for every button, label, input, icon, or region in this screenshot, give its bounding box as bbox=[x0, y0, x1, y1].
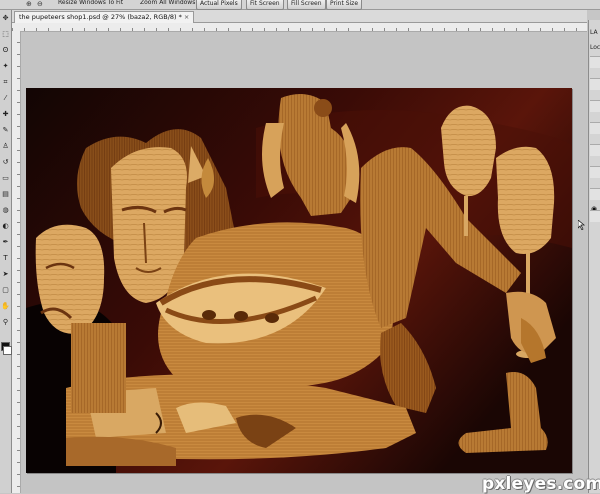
layer-row[interactable] bbox=[590, 166, 600, 178]
dodge-tool-icon[interactable]: ◐ bbox=[1, 222, 10, 231]
pen-tool-icon[interactable]: ✒ bbox=[1, 238, 10, 247]
zoom-tool-icon[interactable]: ⚲ bbox=[1, 318, 10, 327]
close-tab-icon[interactable]: × bbox=[184, 13, 189, 21]
healing-tool-icon[interactable]: ✚ bbox=[1, 110, 10, 119]
layer-row[interactable] bbox=[590, 100, 600, 112]
crop-tool-icon[interactable]: ⌗ bbox=[1, 78, 10, 87]
background-color-swatch[interactable] bbox=[3, 346, 12, 355]
gradient-tool-icon[interactable]: ▤ bbox=[1, 190, 10, 199]
path-selection-tool-icon[interactable]: ➤ bbox=[1, 270, 10, 279]
shape-tool-icon[interactable]: ▢ bbox=[1, 286, 10, 295]
document-tab[interactable]: the pupeteers shop1.psd @ 27% (baza2, RG… bbox=[14, 11, 195, 23]
layer-row[interactable] bbox=[590, 210, 600, 222]
resize-windows-checkbox-label[interactable]: Resize Windows To Fit bbox=[58, 0, 123, 8]
lasso-tool-icon[interactable]: ʘ bbox=[1, 46, 10, 55]
actual-pixels-button[interactable]: Actual Pixels bbox=[196, 0, 242, 10]
layer-row[interactable] bbox=[590, 144, 600, 156]
blur-tool-icon[interactable]: ◍ bbox=[1, 206, 10, 215]
brush-tool-icon[interactable]: ✎ bbox=[1, 126, 10, 135]
print-size-button[interactable]: Print Size bbox=[326, 0, 363, 10]
document-canvas[interactable] bbox=[26, 88, 572, 473]
hand-on-stand-right bbox=[496, 146, 555, 254]
vertical-ruler[interactable] bbox=[12, 31, 21, 493]
mouse-cursor-icon bbox=[578, 220, 586, 230]
zoom-in-icon[interactable]: ⊕ bbox=[26, 0, 35, 8]
wooden-post-shape bbox=[71, 323, 126, 413]
tools-panel: ✥ ⬚ ʘ ✦ ⌗ ⁄ ✚ ✎ ♙ ↺ ▭ ▤ ◍ ◐ ✒ T ➤ ▢ ✋ ⚲ bbox=[0, 10, 12, 493]
layers-lock-label: Loc bbox=[590, 44, 600, 51]
document-tab-bar: the pupeteers shop1.psd @ 27% (baza2, RG… bbox=[12, 10, 587, 23]
fit-screen-button[interactable]: Fit Screen bbox=[246, 0, 284, 10]
magic-wand-tool-icon[interactable]: ✦ bbox=[1, 62, 10, 71]
fill-screen-button[interactable]: Fill Screen bbox=[287, 0, 326, 10]
clone-stamp-tool-icon[interactable]: ♙ bbox=[1, 142, 10, 151]
document-tab-title: the pupeteers shop1.psd @ 27% (baza2, RG… bbox=[19, 13, 182, 21]
type-tool-icon[interactable]: T bbox=[1, 254, 10, 263]
layer-row[interactable] bbox=[590, 56, 600, 68]
layers-panel: LA Loc ◉ bbox=[588, 20, 600, 493]
horizontal-ruler[interactable] bbox=[12, 23, 587, 32]
layer-row[interactable] bbox=[590, 122, 600, 134]
history-brush-tool-icon[interactable]: ↺ bbox=[1, 158, 10, 167]
eyedropper-tool-icon[interactable]: ⁄ bbox=[1, 94, 10, 103]
zoom-out-icon[interactable]: ⊖ bbox=[37, 0, 46, 8]
move-tool-icon[interactable]: ✥ bbox=[1, 14, 10, 23]
zoom-all-windows-checkbox-label[interactable]: Zoom All Windows bbox=[140, 0, 195, 8]
pxleyes-watermark: pxleyes.com bbox=[482, 474, 600, 494]
layer-row[interactable] bbox=[590, 188, 600, 200]
wood-marquetry-artwork bbox=[26, 88, 572, 473]
layers-panel-title[interactable]: LA bbox=[590, 29, 598, 37]
marquee-tool-icon[interactable]: ⬚ bbox=[1, 30, 10, 39]
options-bar: ⊕ ⊖ Resize Windows To Fit Zoom All Windo… bbox=[0, 0, 600, 10]
hand-tool-icon[interactable]: ✋ bbox=[1, 302, 10, 311]
eraser-tool-icon[interactable]: ▭ bbox=[1, 174, 10, 183]
layer-row[interactable] bbox=[590, 78, 600, 90]
